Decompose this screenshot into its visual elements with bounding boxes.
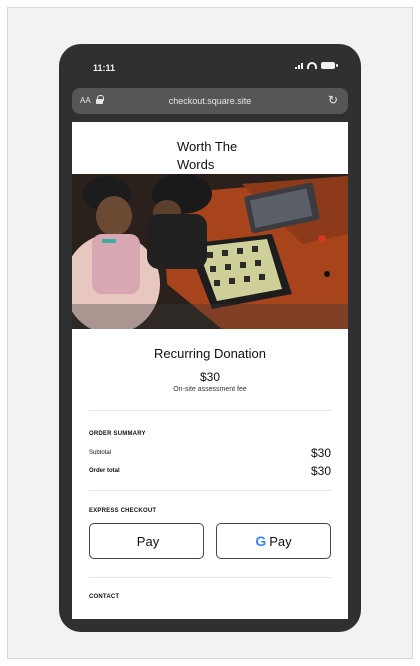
address-bar[interactable]: AA checkout.square.site ↻ [72, 88, 348, 114]
battery-icon [321, 62, 338, 69]
phone-mockup: 11:11 AA checkout.square.site ↻ Worth Th… [59, 44, 361, 632]
order-total-label: Order total [89, 468, 120, 474]
divider [89, 410, 331, 411]
apple-pay-button[interactable]: Pay [89, 523, 204, 559]
hero-photo [72, 174, 348, 329]
signal-icon [295, 62, 303, 69]
express-checkout-heading: EXPRESS CHECKOUT [89, 508, 157, 514]
apple-pay-label: Pay [136, 533, 160, 549]
subtotal-label: Subtotal [89, 450, 112, 456]
google-logo-icon: G [255, 533, 267, 549]
google-pay-label: Pay [269, 533, 292, 549]
order-total-value: $30 [310, 464, 331, 478]
divider [89, 490, 331, 491]
status-bar: 11:11 [59, 44, 361, 84]
brand-name[interactable]: Worth The Words [177, 138, 277, 174]
wifi-icon [307, 62, 317, 69]
product-title: Recurring Donation [153, 346, 266, 361]
product-price: $30 [199, 370, 221, 384]
url-text[interactable]: checkout.square.site [72, 96, 348, 106]
subtotal-value: $30 [310, 446, 331, 460]
status-time: 11:11 [93, 63, 116, 73]
contact-heading: CONTACT [89, 594, 120, 600]
reload-icon[interactable]: ↻ [328, 93, 338, 107]
order-summary-heading: ORDER SUMMARY [89, 431, 146, 437]
google-pay-button[interactable]: G Pay [216, 523, 331, 559]
product-note: On-site assessment fee [173, 386, 247, 393]
divider [89, 577, 331, 578]
status-icons [295, 62, 338, 69]
web-page: Worth The Words Recurring Donation $30 O… [72, 122, 348, 619]
